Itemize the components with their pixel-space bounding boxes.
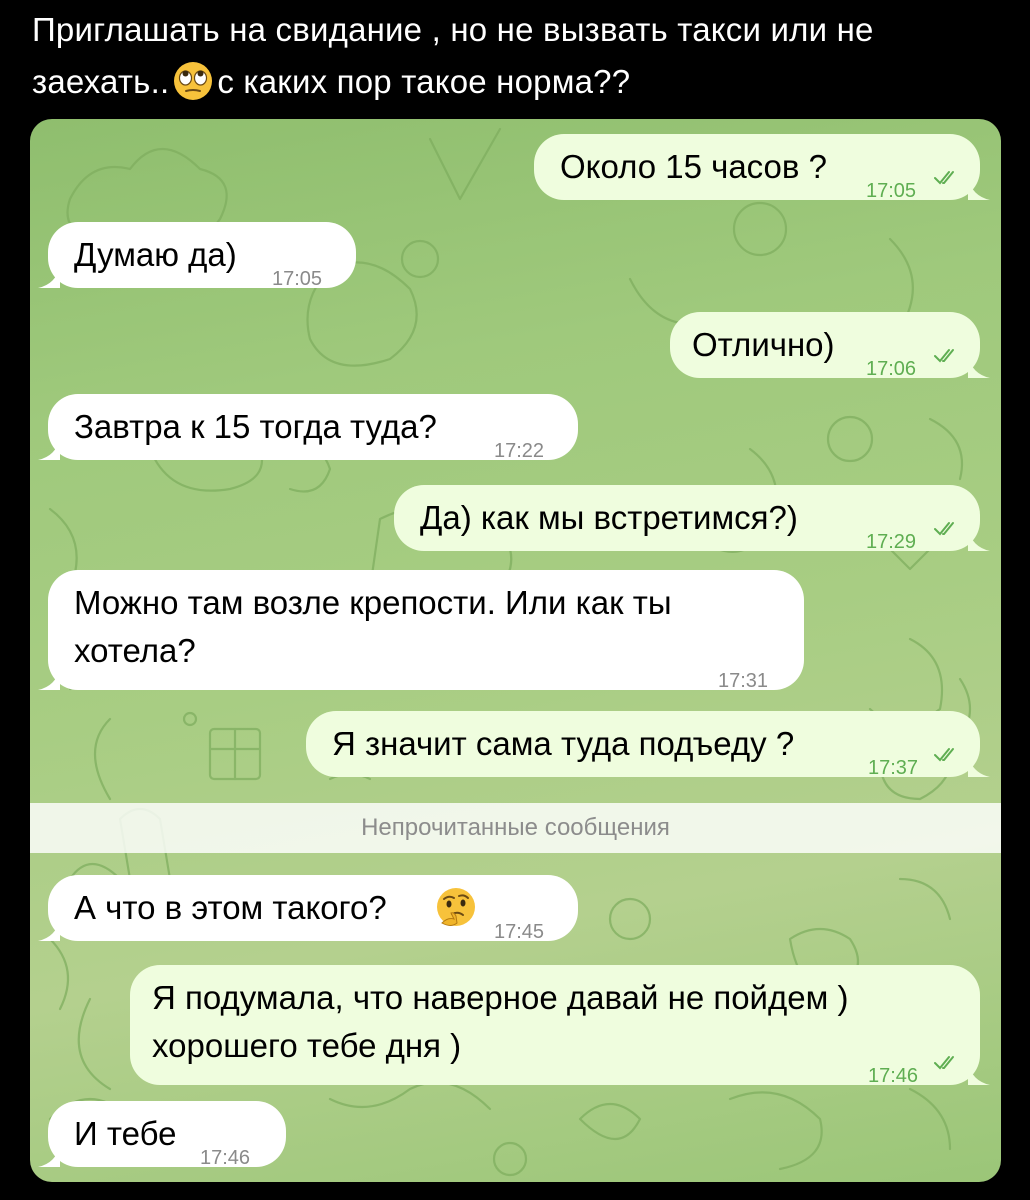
bubble-tail [38,1145,60,1167]
message-bubble-outgoing[interactable]: Я значит сама туда подъеду ? 17:37 [306,711,990,779]
thinking-face-emoji-icon [437,888,475,926]
eye-roll-emoji-icon [174,62,213,100]
message-bubble-outgoing[interactable]: Да) как мы встретимся?) 17:29 [394,485,990,553]
message-bubble-incoming[interactable]: Завтра к 15 тогда туда? 17:22 [38,394,578,462]
bubble-tail [968,356,990,378]
bubble-tail [38,266,60,288]
message-text: Около 15 часов ? [560,148,827,185]
message-time: 17:29 [866,531,917,553]
bubble-tail [968,178,990,200]
read-checkmarks-icon [934,522,954,536]
post-caption: Приглашать на свидание , но не вызвать т… [32,4,992,108]
message-text: Да) как мы встретимся?) [420,499,798,536]
bubble-tail [38,438,60,460]
message-time: 17:31 [718,670,769,692]
message-time: 17:05 [866,180,917,202]
message-time: 17:06 [866,358,917,380]
message-text: Думаю да) [74,236,237,273]
message-text: Я значит сама туда подъеду ? [332,725,795,762]
unread-divider-label: Непрочитанные сообщения [361,814,670,841]
message-time: 17:37 [868,757,919,779]
message-bubble-outgoing[interactable]: Около 15 часов ? 17:05 [534,134,990,202]
read-checkmarks-icon [934,349,954,363]
message-time: 17:46 [868,1065,919,1087]
bubble-tail [968,529,990,551]
message-text-line-2: хотела? [74,632,196,669]
bubble-tail [38,668,60,690]
message-bubble-incoming[interactable]: А что в этом такого? 17:45 [38,875,578,943]
read-checkmarks-icon [934,748,954,762]
caption-text-a: заехать.. [32,63,170,100]
chat-window[interactable]: Около 15 часов ? 17:05 Думаю да) 17:05 О… [30,119,1001,1182]
message-text: Завтра к 15 тогда туда? [74,408,437,445]
message-text: И тебе [74,1115,177,1152]
bubble-tail [968,1063,990,1085]
read-checkmarks-icon [934,1056,954,1070]
message-time: 17:22 [494,440,545,462]
message-text-line-2: хорошего тебе дня ) [152,1027,462,1064]
message-text-line-1: Можно там возле крепости. Или как ты [74,584,672,621]
message-bubble-outgoing[interactable]: Отлично) 17:06 [670,312,990,380]
message-bubble-incoming[interactable]: Думаю да) 17:05 [38,222,356,290]
caption-line-1: Приглашать на свидание , но не вызвать т… [32,11,874,48]
unread-messages-divider: Непрочитанные сообщения [30,803,1001,853]
bubble-tail [38,919,60,941]
message-time: 17:05 [272,268,323,290]
message-bubble-outgoing[interactable]: Я подумала, что наверное давай не пойдем… [130,965,990,1087]
message-time: 17:46 [200,1147,251,1169]
caption-line-2: заехать.. с каких пор такое норма?? [32,56,992,108]
caption-text-b: с каких пор такое норма?? [217,63,631,100]
message-bubble-incoming[interactable]: И тебе 17:46 [38,1101,286,1169]
message-text: Отлично) [692,326,835,363]
message-text: А что в этом такого? [74,889,387,926]
message-time: 17:45 [494,921,545,943]
read-checkmarks-icon [934,171,954,185]
message-text-line-1: Я подумала, что наверное давай не пойдем… [152,979,849,1016]
bubble-tail [968,755,990,777]
message-bubble-incoming[interactable]: Можно там возле крепости. Или как ты хот… [38,570,804,692]
